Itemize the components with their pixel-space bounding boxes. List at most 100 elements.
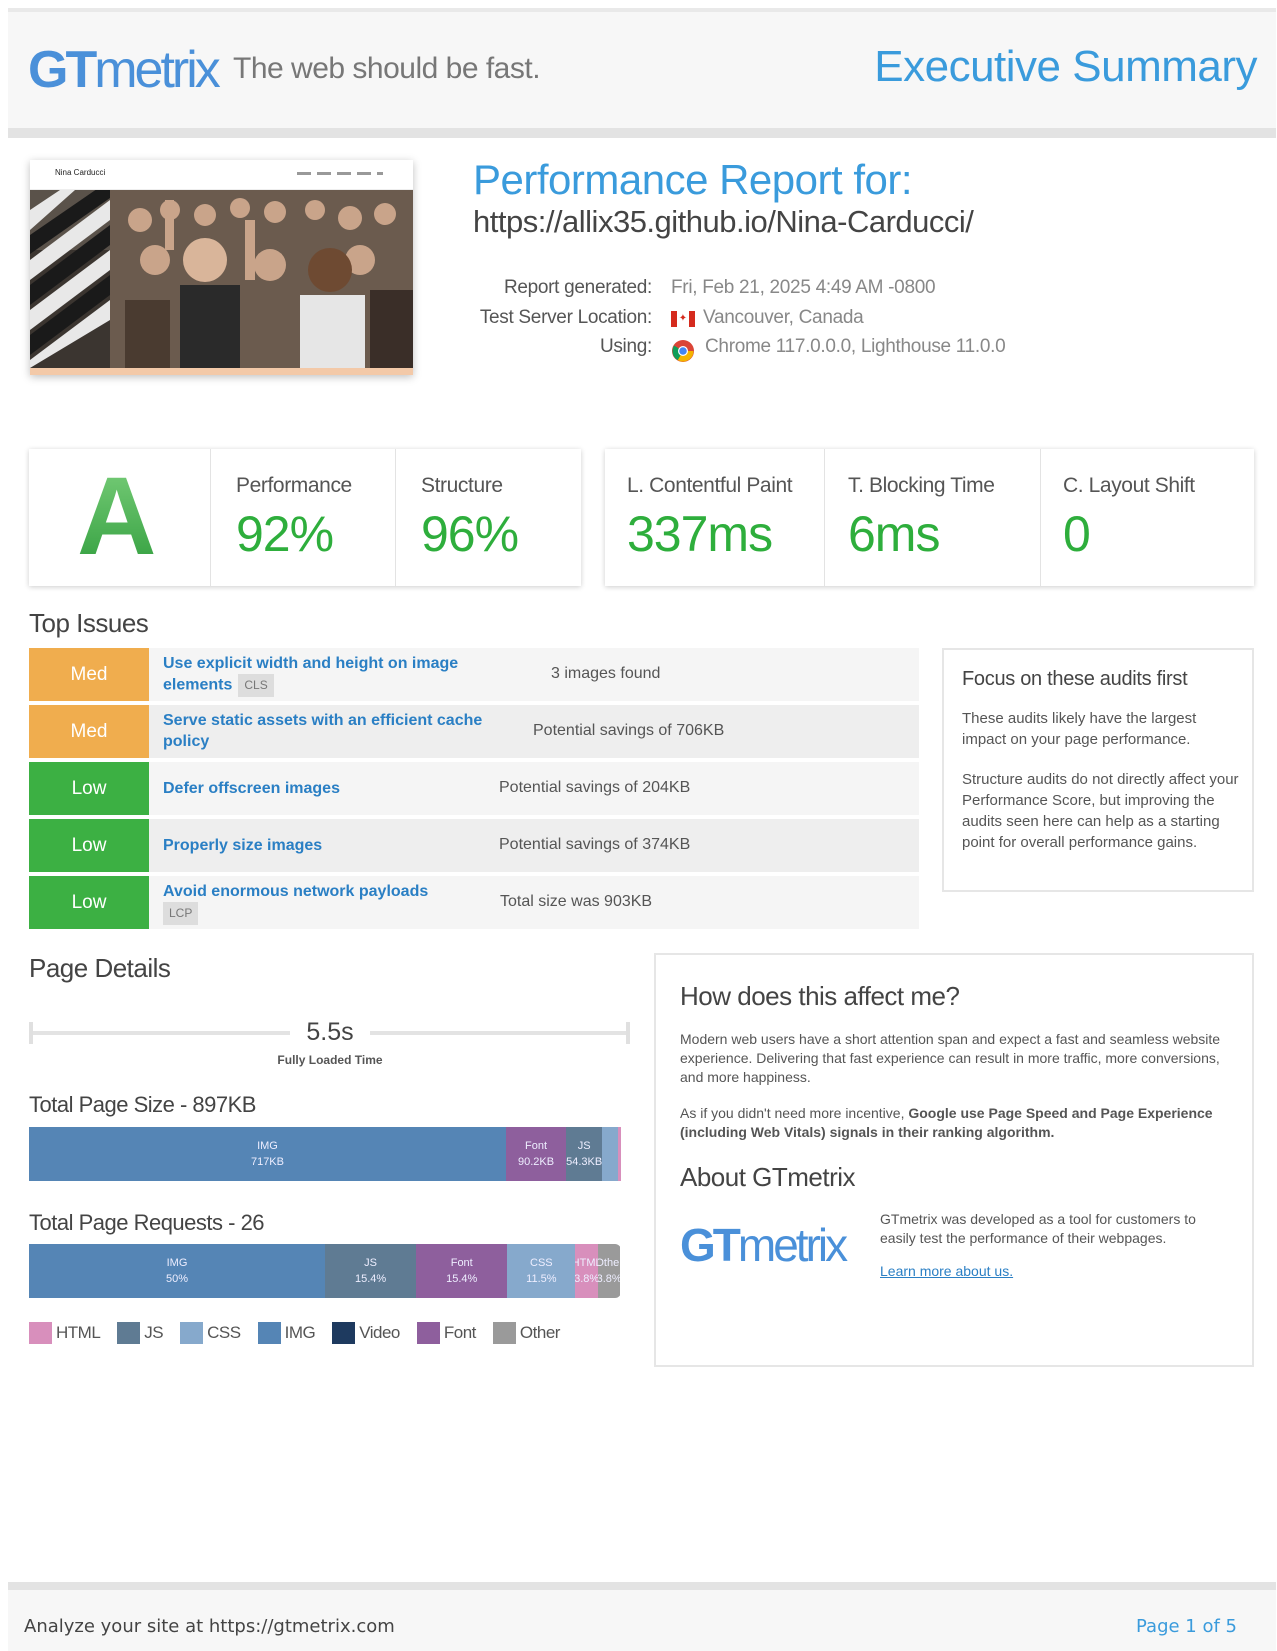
- legend-swatch: [29, 1322, 52, 1344]
- focus-audits-box: Focus on these audits first These audits…: [942, 648, 1254, 892]
- legend-item-js: JS: [117, 1322, 164, 1344]
- server-location-label: Test Server Location:: [479, 307, 652, 328]
- thumbnail-footer: [30, 368, 413, 375]
- bar-segment-other: Other 3.8%: [597, 1244, 621, 1298]
- concert-crowd-image: [30, 190, 413, 368]
- segment-label: CSS: [530, 1257, 553, 1269]
- segment-label: JS: [364, 1257, 377, 1269]
- segment-label: JS: [577, 1140, 591, 1152]
- about-heading: About GTmetrix: [680, 1162, 856, 1192]
- footer-rule: [8, 1582, 1276, 1590]
- performance-value: 92%: [236, 506, 334, 562]
- learn-more-link[interactable]: Learn more about us.: [880, 1263, 1013, 1279]
- legend-swatch: [416, 1322, 440, 1344]
- footer-analyze-text: Analyze your site at https://gtmetrix.co…: [24, 1616, 395, 1637]
- legend-item-css: CSS: [180, 1322, 241, 1344]
- report-generated-value: Fri, Feb 21, 2025 4:49 AM -0800: [671, 277, 936, 298]
- bar-segment-js: JS 15.4%: [325, 1244, 417, 1298]
- gtmetrix-about-logo: GTmetrix: [680, 1219, 848, 1271]
- bar-segment-css: [602, 1127, 619, 1181]
- legend-item-other: Other: [492, 1322, 561, 1344]
- bar-segment-html: [618, 1127, 621, 1181]
- legend-label: Other: [519, 1323, 561, 1342]
- legend-label: IMG: [284, 1323, 316, 1342]
- legend-label: CSS: [207, 1323, 241, 1342]
- legend-swatch: [332, 1322, 356, 1344]
- bar-segment-img: IMG 717KB: [29, 1127, 506, 1181]
- issue-title-link[interactable]: Properly size images: [163, 835, 322, 856]
- focus-title: Focus on these audits first: [962, 668, 1188, 690]
- segment-label: HTML: [575, 1257, 597, 1269]
- issue-note: Potential savings of 204KB: [499, 779, 691, 796]
- using-value: Chrome 117.0.0.0, Lighthouse 11.0.0: [705, 336, 1006, 357]
- severity-badge: Med: [29, 705, 149, 758]
- web-vitals-card: L. Contentful Paint 337ms T. Blocking Ti…: [605, 449, 1254, 586]
- segment-value: 50%: [165, 1273, 189, 1285]
- bar-segment-font: Font 90.2KB: [505, 1127, 567, 1181]
- focus-paragraph: Structure audits do not directly affect …: [962, 771, 1239, 851]
- segment-value: 717KB: [250, 1156, 284, 1168]
- executive-summary-title: Executive Summary: [874, 42, 1257, 91]
- card-divider: [1040, 449, 1041, 586]
- bar-segment-js: JS 54.3KB: [566, 1127, 603, 1181]
- canada-flag-icon: ✦: [671, 311, 695, 327]
- issue-note: Total size was 903KB: [500, 893, 653, 910]
- issue-row: Low Defer offscreen images Potential sav…: [29, 762, 919, 815]
- issue-title-link[interactable]: Serve static assets with an efficient ca…: [163, 710, 513, 752]
- severity-badge: Low: [29, 762, 149, 815]
- legend-swatch: [492, 1322, 516, 1344]
- issue-body: Properly size images Potential savings o…: [149, 819, 919, 872]
- issue-title-link[interactable]: Defer offscreen images: [163, 778, 340, 799]
- severity-badge: Med: [29, 648, 149, 701]
- legend-item-video: Video: [332, 1322, 400, 1344]
- report-url[interactable]: https://allix35.github.io/Nina-Carducci/: [473, 204, 974, 240]
- segment-value: 15.4%: [446, 1273, 478, 1285]
- page-requests-bar: IMG50%JS15.4%Font15.4%CSS11.5%HTML3.8%Ot…: [29, 1244, 621, 1298]
- legend-swatch: [180, 1322, 204, 1344]
- timeline-start-cap: [29, 1022, 33, 1044]
- segment-value: 15.4%: [354, 1273, 387, 1285]
- issue-row: Med Use explicit width and height on ima…: [29, 648, 919, 701]
- legend-label: HTML: [56, 1323, 101, 1342]
- issue-row: Med Serve static assets with an efficien…: [29, 705, 919, 758]
- thumbnail-navbar: Nina Carducci: [30, 160, 413, 190]
- lcp-label: L. Contentful Paint: [627, 474, 793, 497]
- issue-title-link[interactable]: Use explicit width and height on image e…: [163, 653, 483, 697]
- segment-label: IMG: [166, 1257, 188, 1269]
- server-location-value: Vancouver, Canada: [703, 307, 864, 328]
- legend-label: JS: [144, 1323, 164, 1342]
- how-does-this-affect-me-box: How does this affect me? Modern web user…: [654, 953, 1254, 1367]
- issue-note: Potential savings of 374KB: [499, 836, 691, 853]
- segment-value: 90.2KB: [517, 1156, 555, 1168]
- tbt-label: T. Blocking Time: [848, 474, 995, 497]
- legend-item-html: HTML: [29, 1322, 101, 1344]
- thumbnail-site-name: Nina Carducci: [55, 168, 106, 177]
- legend-item-font: Font: [416, 1322, 477, 1344]
- using-label: Using:: [599, 336, 652, 357]
- issue-note: 3 images found: [551, 665, 661, 682]
- page-details-heading: Page Details: [29, 953, 171, 983]
- legend-swatch: [257, 1322, 281, 1344]
- affect-paragraph-ranking: As if you didn't need more incentive, Go…: [680, 1105, 1213, 1140]
- issue-body: Use explicit width and height on image e…: [149, 648, 919, 701]
- bar-segment-css: CSS 11.5%: [507, 1244, 576, 1298]
- issue-title-link[interactable]: Avoid enormous network payloads LCP: [163, 881, 483, 925]
- grade-score-card: A Performance 92% Structure 96%: [29, 449, 581, 586]
- cls-label: C. Layout Shift: [1063, 474, 1195, 497]
- bar-segment-img: IMG 50%: [29, 1244, 325, 1298]
- legend-label: Video: [359, 1323, 400, 1342]
- bar-segment-font: Font 15.4%: [416, 1244, 508, 1298]
- segment-value: 11.5%: [526, 1273, 557, 1285]
- cls-tag: CLS: [238, 674, 274, 697]
- page-size-bar: IMG 717KB Font 90.2KB JS 54.3KB: [29, 1127, 621, 1181]
- grade-letter: A: [77, 455, 157, 578]
- issue-body: Defer offscreen images Potential savings…: [149, 762, 919, 815]
- segment-value: 3.8%: [597, 1273, 621, 1285]
- chrome-icon: [671, 339, 695, 363]
- card-divider: [824, 449, 825, 586]
- card-divider: [210, 449, 211, 586]
- report-generated-label: Report generated:: [503, 277, 652, 298]
- timeline-end-cap: [626, 1022, 630, 1044]
- legend-label: Font: [443, 1323, 477, 1342]
- legend-swatch: [117, 1322, 141, 1344]
